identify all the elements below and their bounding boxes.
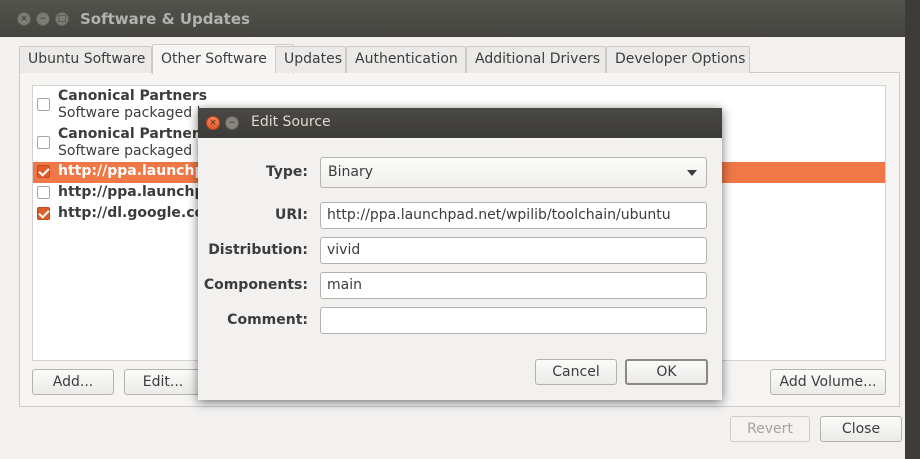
edit-button[interactable]: Edit...: [124, 369, 202, 395]
comment-field[interactable]: [320, 307, 707, 334]
desktop-background: [905, 0, 920, 459]
source-title: http://ppa.launchpa: [58, 184, 214, 200]
tab-other-software[interactable]: Other Software: [152, 44, 294, 74]
source-checkbox[interactable]: [37, 207, 50, 220]
source-title: http://dl.google.co: [58, 205, 205, 221]
ok-button[interactable]: OK: [625, 359, 708, 385]
edit-source-dialog: × − Edit Source Type: Binary URI: http:/…: [198, 108, 722, 400]
distribution-label: Distribution:: [208, 242, 308, 258]
cancel-button[interactable]: Cancel: [535, 359, 617, 385]
chevron-down-icon: [687, 170, 697, 176]
tab-updates[interactable]: Updates: [275, 46, 346, 73]
source-checkbox[interactable]: [37, 165, 50, 178]
close-icon[interactable]: ×: [17, 12, 31, 26]
source-checkbox[interactable]: [37, 136, 50, 149]
close-icon[interactable]: ×: [206, 116, 220, 130]
dialog-title: Edit Source: [251, 114, 331, 130]
type-value: Binary: [328, 164, 373, 180]
tab-additional-drivers[interactable]: Additional Drivers: [466, 46, 606, 73]
type-label: Type:: [265, 164, 308, 180]
source-title: http://ppa.launchpa: [58, 163, 214, 179]
minimize-icon[interactable]: −: [225, 116, 239, 130]
add-button[interactable]: Add...: [32, 369, 114, 395]
source-subtitle: Software packaged by: [58, 105, 214, 121]
distribution-field[interactable]: vivid: [320, 237, 707, 264]
components-field[interactable]: main: [320, 272, 707, 299]
comment-label: Comment:: [227, 312, 308, 328]
window-title: Software & Updates: [80, 10, 250, 28]
type-combo[interactable]: Binary: [320, 157, 707, 188]
source-subtitle: Software packaged by: [58, 143, 214, 159]
add-volume-button[interactable]: Add Volume...: [770, 369, 886, 395]
tab-ubuntu-software[interactable]: Ubuntu Software: [19, 46, 152, 73]
maximize-icon[interactable]: □: [55, 12, 69, 26]
tab-developer-options[interactable]: Developer Options: [606, 46, 750, 73]
tab-authentication[interactable]: Authentication: [346, 46, 466, 73]
uri-label: URI:: [275, 207, 308, 223]
dialog-titlebar: × − Edit Source: [198, 108, 722, 138]
source-checkbox[interactable]: [37, 98, 50, 111]
components-label: Components:: [203, 277, 308, 293]
minimize-icon[interactable]: −: [36, 12, 50, 26]
source-checkbox[interactable]: [37, 186, 50, 199]
source-title: Canonical Partners: [58, 88, 208, 104]
close-button[interactable]: Close: [820, 416, 902, 442]
window-titlebar: × − □ Software & Updates: [0, 0, 905, 37]
uri-field[interactable]: http://ppa.launchpad.net/wpilib/toolchai…: [320, 202, 707, 229]
source-title: Canonical Partners: [58, 126, 208, 142]
revert-button[interactable]: Revert: [730, 416, 810, 442]
